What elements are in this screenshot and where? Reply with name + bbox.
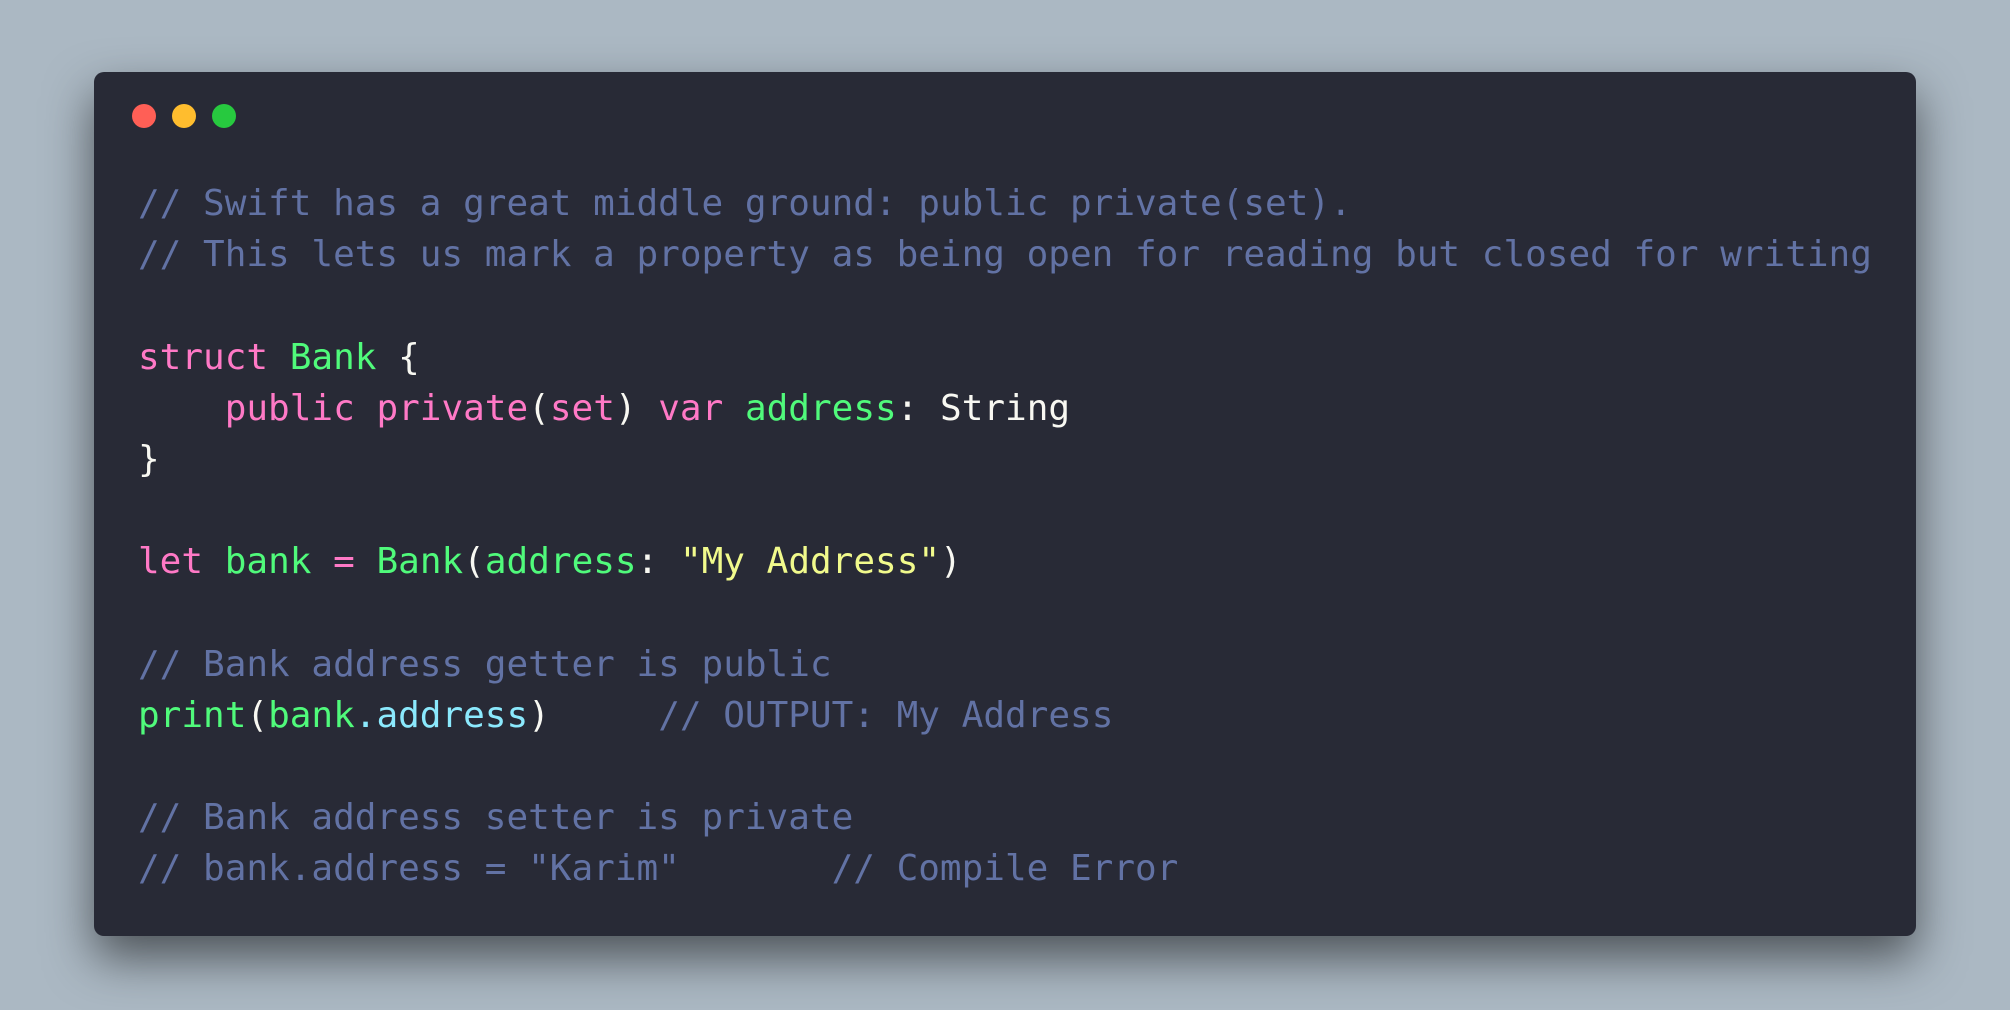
code-line: print(bank.address) // OUTPUT: My Addres… [138,690,1872,741]
code-token: public [224,387,355,429]
code-token: bank [224,541,312,583]
code-token: var [658,387,724,429]
code-token: : String [896,387,1071,429]
code-token: ( [528,387,550,429]
code-token: Bank [289,336,377,378]
code-token: bank [268,694,355,736]
code-line: } [138,434,1872,485]
code-token: ( [463,541,485,583]
code-token: set [549,387,615,429]
code-token: = [333,541,355,583]
code-window: // Swift has a great middle ground: publ… [94,72,1916,936]
close-button[interactable] [132,104,156,128]
code-token: : [636,541,680,583]
code-token: print [138,694,247,736]
code-line: // Swift has a great middle ground: publ… [138,178,1872,229]
code-token: // Bank address setter is private [138,797,854,839]
code-token: ) [528,694,550,736]
code-token: address [744,387,897,429]
code-token: address [484,541,637,583]
code-token: let [138,541,204,583]
code-line: let bank = Bank(address: "My Address") [138,536,1872,587]
code-token: ( [246,694,269,736]
code-block: // Swift has a great middle ground: publ… [138,178,1872,895]
code-line: // bank.address = "Karim" // Compile Err… [138,843,1872,894]
code-token: struct [138,336,269,378]
code-line: struct Bank { [138,332,1872,383]
code-token: } [138,438,160,480]
code-token: private [376,387,529,429]
code-token: // This lets us mark a property as being… [138,234,1872,276]
code-token: // Swift has a great middle ground: publ… [138,183,1352,224]
minimize-button[interactable] [172,104,196,128]
code-token: // OUTPUT: My Address [658,694,1114,736]
code-line: // This lets us mark a property as being… [138,229,1872,280]
window-controls [132,104,252,128]
code-token: .address [354,694,529,736]
code-token: ) [940,541,962,583]
code-token: // bank.address = "Karim" // Compile Err… [138,848,1179,890]
code-line: // Bank address getter is public [138,639,1872,690]
code-token: Bank [376,541,464,583]
code-line: public private(set) var address: String [138,383,1872,434]
maximize-button[interactable] [212,104,236,128]
code-line: // Bank address setter is private [138,792,1872,843]
code-token: { [376,336,420,378]
code-token: ) [614,387,659,429]
code-token: // Bank address getter is public [138,643,832,685]
code-token: "My Address" [679,541,941,583]
